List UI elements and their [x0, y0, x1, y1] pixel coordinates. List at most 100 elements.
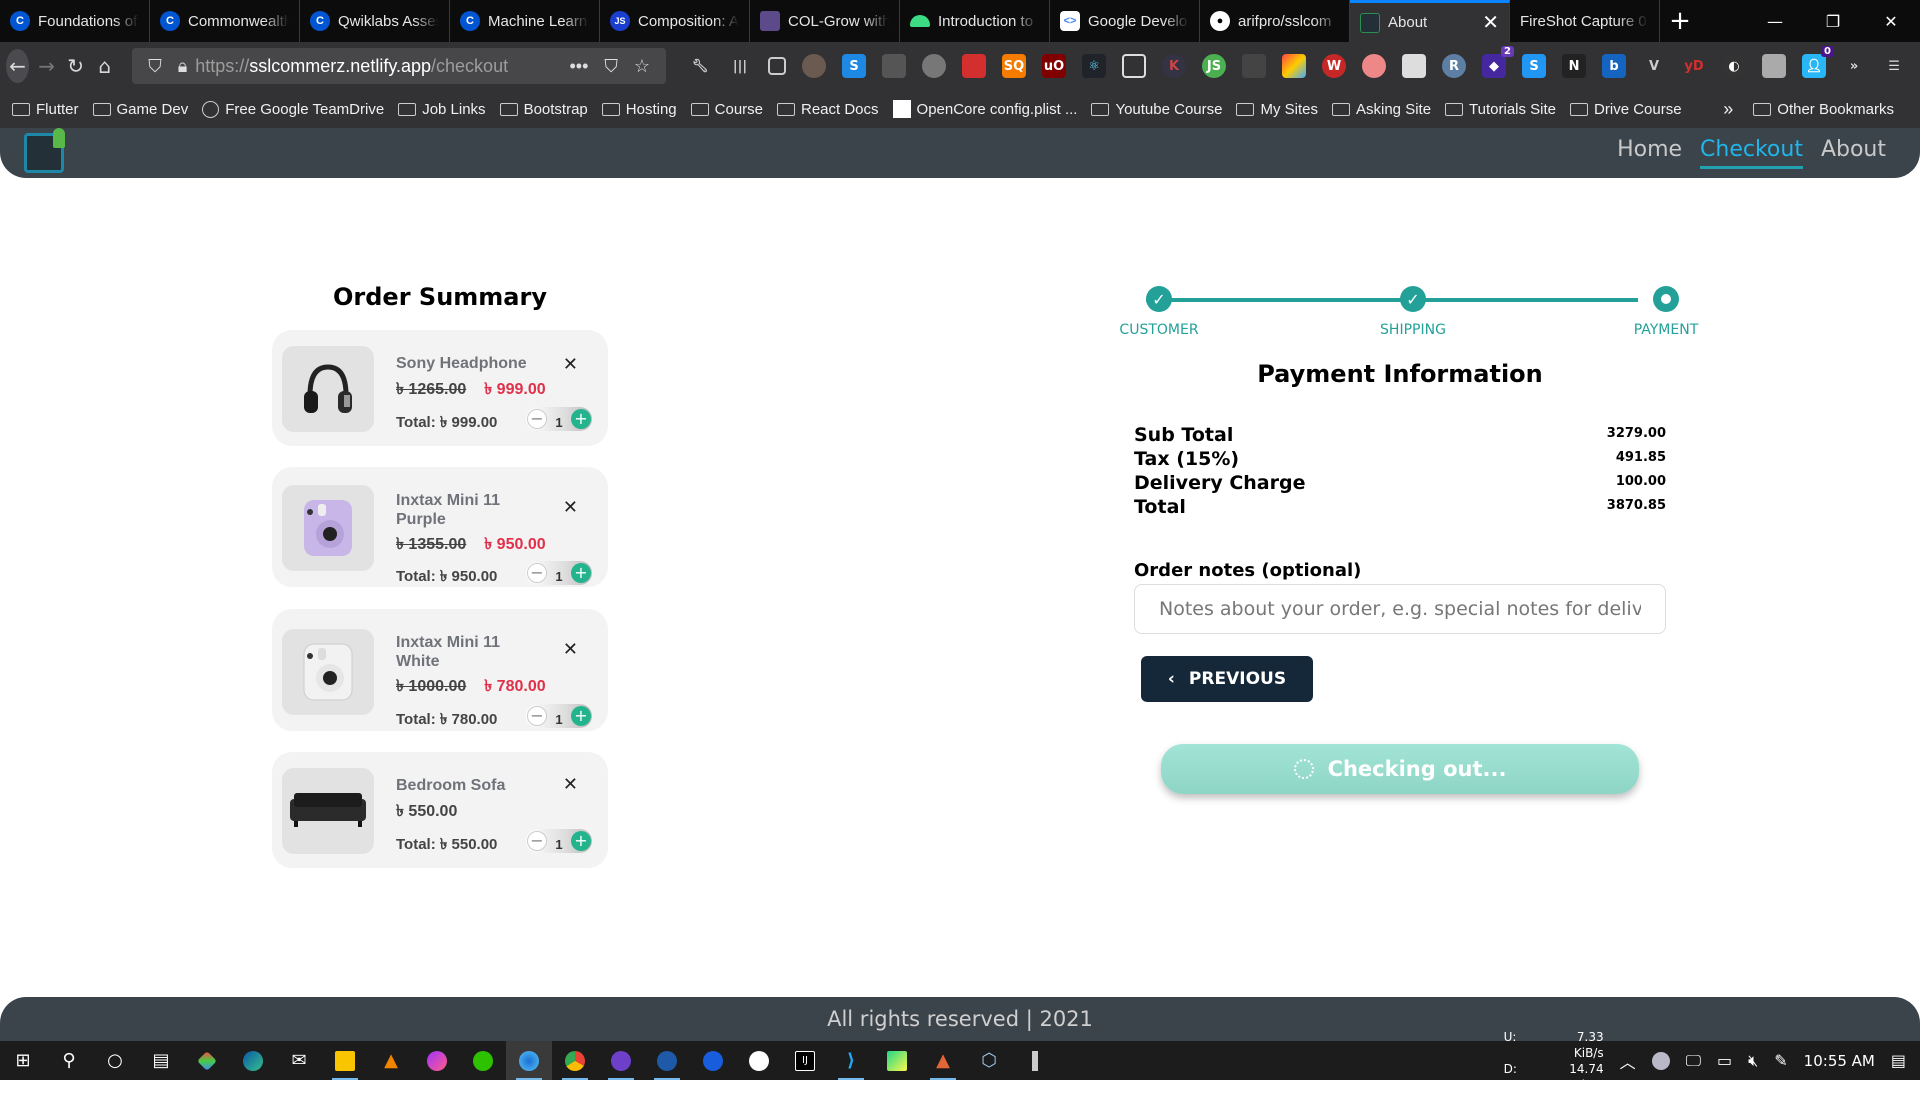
bitwarden-icon[interactable]	[690, 1041, 736, 1080]
r-extension-icon[interactable]: R	[1442, 54, 1467, 78]
mail-icon[interactable]: ✉	[276, 1041, 322, 1080]
app-bar-icon[interactable]	[1012, 1041, 1058, 1080]
browser-tab[interactable]: C Machine Learni	[450, 0, 600, 42]
site-logo[interactable]	[24, 128, 65, 173]
photo-extension-icon[interactable]	[1762, 54, 1787, 78]
forward-button[interactable]: →	[35, 49, 58, 83]
start-menu-icon[interactable]: ⊞	[0, 1041, 46, 1080]
virtualbox-icon[interactable]: ⬡	[966, 1041, 1012, 1080]
b-extension-icon[interactable]: b	[1602, 54, 1627, 78]
order-notes-input[interactable]	[1134, 584, 1666, 634]
previous-button[interactable]: ‹ PREVIOUS	[1141, 656, 1313, 702]
bookmark-item[interactable]: Youtube Course	[1091, 101, 1222, 118]
browser-tab[interactable]: FireShot Capture 0	[1510, 0, 1660, 42]
browser-tab[interactable]: C Qwiklabs Asses	[300, 0, 450, 42]
bookmark-item[interactable]: Game Dev	[92, 101, 188, 118]
matlab-icon[interactable]: ▲	[920, 1041, 966, 1080]
node-extension-icon[interactable]: JS	[1202, 54, 1227, 78]
wechat-icon[interactable]	[460, 1041, 506, 1080]
bookmark-item[interactable]: Tutorials Site	[1445, 101, 1556, 118]
file-explorer-icon[interactable]	[322, 1041, 368, 1080]
n-extension-icon[interactable]: N	[1562, 54, 1587, 78]
nerd-extension-icon[interactable]	[1362, 54, 1387, 78]
bookmark-item[interactable]: My Sites	[1236, 101, 1318, 118]
gnome-extension-icon[interactable]	[882, 54, 907, 78]
restore-icon[interactable]: ❐	[1804, 0, 1862, 42]
pycharm-icon[interactable]	[874, 1041, 920, 1080]
checkout-button[interactable]: Checking out...	[1161, 744, 1639, 794]
sq-extension-icon[interactable]: SQ	[1002, 54, 1027, 78]
ghost-extension-icon[interactable]	[1122, 54, 1147, 78]
increase-qty-button[interactable]: +	[570, 563, 591, 583]
battery-tray-icon[interactable]: ▭	[1717, 1051, 1732, 1070]
nav-home[interactable]: Home	[1617, 137, 1682, 169]
decrease-qty-button[interactable]: −	[527, 563, 547, 583]
browser-tab[interactable]: <> Google Develo	[1050, 0, 1200, 42]
v-extension-icon[interactable]: V	[1642, 54, 1666, 78]
edge-icon[interactable]	[230, 1041, 276, 1080]
address-bar[interactable]: ⛉ 🔒︎ https://sslcommerz.netlify.app/chec…	[132, 48, 667, 84]
close-tab-icon[interactable]: ✕	[1482, 10, 1499, 35]
react-devtools-icon[interactable]: ⚛	[1082, 54, 1107, 78]
notifications-icon[interactable]: ▤	[1891, 1051, 1906, 1070]
pen-tray-icon[interactable]: ✎	[1774, 1051, 1787, 1070]
decrease-qty-button[interactable]: −	[527, 831, 547, 851]
home-button[interactable]: ⌂	[93, 49, 116, 83]
browser-tab[interactable]: Introduction to	[900, 0, 1050, 42]
increase-qty-button[interactable]: +	[570, 409, 591, 429]
browser-tab[interactable]: C Foundations of	[0, 0, 150, 42]
bookmarks-overflow-icon[interactable]: »	[1723, 99, 1733, 120]
bookmark-item[interactable]: Free Google TeamDrive	[202, 100, 384, 118]
bookmark-item[interactable]: Course	[690, 101, 763, 118]
bookmark-star-icon[interactable]: ☆	[634, 56, 650, 77]
url-text[interactable]: https://sslcommerz.netlify.app/checkout	[195, 56, 561, 77]
security-tray-icon[interactable]	[1651, 1051, 1670, 1070]
sidebar-icon[interactable]	[768, 57, 787, 75]
shield-extension-icon[interactable]	[1242, 54, 1267, 78]
nav-about[interactable]: About	[1821, 137, 1886, 169]
increase-qty-button[interactable]: +	[570, 706, 591, 726]
increase-qty-button[interactable]: +	[570, 831, 591, 851]
chrome-icon[interactable]	[552, 1041, 598, 1080]
network-tray-icon[interactable]: 🖵︎	[1686, 1051, 1701, 1071]
vscode-icon[interactable]: ⟩	[828, 1041, 874, 1080]
w-extension-icon[interactable]: W	[1322, 54, 1347, 78]
browser-tab-active[interactable]: About ✕	[1350, 0, 1510, 42]
app-circle-icon[interactable]	[736, 1041, 782, 1080]
browser-tab[interactable]: COL-Grow with	[750, 0, 900, 42]
search-icon[interactable]: ⚲	[46, 1041, 92, 1080]
bookmark-item[interactable]: Flutter	[12, 101, 79, 118]
colorful-extension-icon[interactable]	[1282, 54, 1307, 78]
nav-checkout[interactable]: Checkout	[1700, 137, 1803, 169]
github-desktop-icon[interactable]	[598, 1041, 644, 1080]
browser-tab[interactable]: ● arifpro/sslcom	[1200, 0, 1350, 42]
firefox-icon[interactable]	[506, 1041, 552, 1080]
remove-item-icon[interactable]: ✕	[563, 497, 578, 518]
bookmark-item[interactable]: React Docs	[777, 101, 879, 118]
back-button[interactable]: ←	[6, 49, 30, 83]
cortana-icon[interactable]: ○	[92, 1041, 138, 1080]
purple-extension-icon[interactable]: ◆ 2	[1482, 46, 1515, 78]
intellij-icon[interactable]: IJ	[782, 1041, 828, 1080]
s-extension-icon[interactable]: S	[842, 54, 867, 78]
bookmark-item[interactable]: Asking Site	[1332, 101, 1431, 118]
app-blue-icon[interactable]	[644, 1041, 690, 1080]
other-bookmarks[interactable]: Other Bookmarks	[1753, 101, 1894, 118]
avatar-extension-icon[interactable]	[802, 54, 827, 78]
minimize-icon[interactable]: —	[1746, 0, 1804, 42]
remove-item-icon[interactable]: ✕	[563, 639, 578, 660]
raccoon-extension-icon[interactable]	[1402, 54, 1427, 78]
remove-item-icon[interactable]: ✕	[563, 354, 578, 375]
messenger-icon[interactable]	[414, 1041, 460, 1080]
remove-item-icon[interactable]: ✕	[563, 774, 578, 795]
reload-button[interactable]: ↻	[64, 49, 87, 83]
k-extension-icon[interactable]: K	[1162, 54, 1187, 78]
browser-tab[interactable]: C Commonwealth	[150, 0, 300, 42]
bookmark-item[interactable]: Hosting	[601, 101, 677, 118]
pocket-icon[interactable]: ⛉	[604, 56, 618, 77]
ublock-icon[interactable]: uO	[1042, 54, 1067, 78]
task-view-icon[interactable]: ▤	[138, 1041, 184, 1080]
person-extension-icon[interactable]: 👤︎ 0	[1802, 46, 1835, 78]
new-tab-button[interactable]: +	[1660, 0, 1700, 42]
s2-extension-icon[interactable]: S	[1522, 54, 1547, 78]
